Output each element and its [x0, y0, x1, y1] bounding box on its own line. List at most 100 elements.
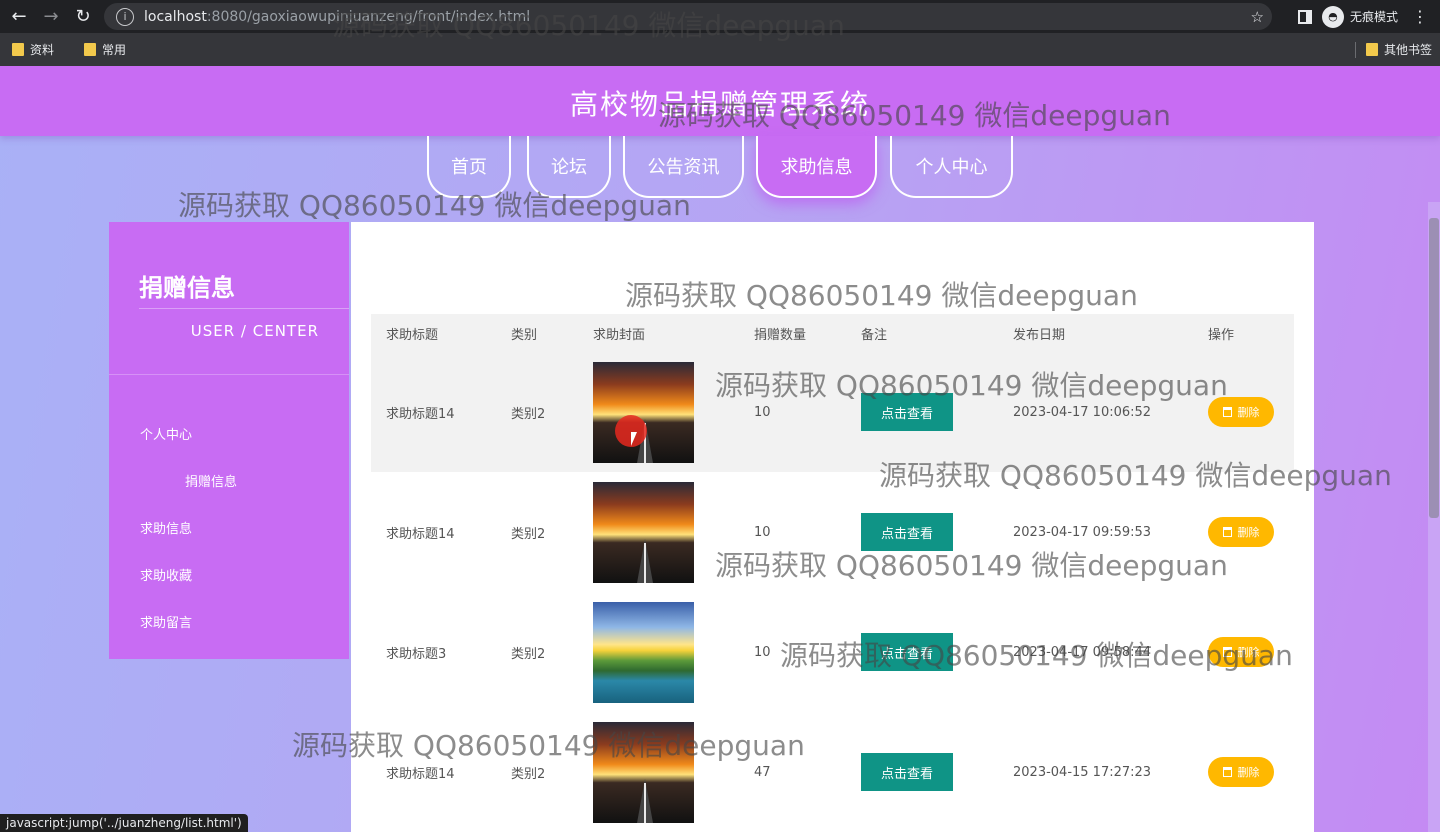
bookmarks-divider [1355, 41, 1356, 58]
col-header-actions: 操作 [1208, 327, 1235, 343]
delete-label: 删除 [1237, 767, 1260, 779]
sidebar-subtitle: USER / CENTER [190, 322, 319, 340]
nav-user-center[interactable]: 个人中心 [890, 136, 1013, 198]
row-remark: 点击查看 [861, 592, 953, 712]
nav-forum[interactable]: 论坛 [527, 136, 611, 198]
row-date: 2023-04-17 09:59:53 [1013, 524, 1152, 540]
delete-button[interactable]: 删除 [1208, 517, 1274, 547]
sidebar-menu: 个人中心 捐赠信息 求助信息 求助收藏 求助留言 [109, 410, 349, 645]
view-button[interactable]: 点击查看 [861, 393, 953, 431]
back-icon[interactable]: ← [6, 4, 32, 30]
other-bookmarks[interactable]: 其他书签 [1365, 41, 1432, 58]
row-actions: 删除 [1208, 592, 1274, 712]
nav-news[interactable]: 公告资讯 [623, 136, 744, 198]
trash-icon [1222, 527, 1232, 537]
site-header: 高校物品捐赠管理系统 [0, 66, 1440, 136]
scrollbar-thumb[interactable] [1429, 218, 1439, 518]
row-title: 求助标题14 [386, 526, 455, 542]
row-category: 类别2 [511, 766, 546, 782]
row-category: 类别2 [511, 526, 546, 542]
row-quantity: 10 [754, 404, 771, 420]
main-nav: 首页 论坛 公告资讯 求助信息 个人中心 [0, 136, 1440, 202]
row-remark: 点击查看 [861, 712, 953, 832]
folder-icon [12, 43, 24, 56]
cover-image[interactable] [593, 361, 694, 463]
delete-button[interactable]: 删除 [1208, 637, 1274, 667]
nav-help-info[interactable]: 求助信息 [756, 136, 877, 198]
col-header-quantity: 捐赠数量 [754, 327, 807, 343]
table-row[interactable]: 求助标题14 类别2 47 点击查看 2023-04-15 17:27:23 删… [371, 712, 1294, 832]
help-table: 求助标题 类别 求助封面 捐赠数量 备注 发布日期 操作 求助标题14 类别2 … [371, 314, 1294, 832]
cover-image[interactable] [593, 601, 694, 703]
trash-icon [1222, 407, 1232, 417]
bookmark-star-icon[interactable]: ☆ [1251, 8, 1264, 26]
delete-label: 删除 [1237, 407, 1260, 419]
cover-image[interactable] [593, 481, 694, 583]
trash-icon [1222, 647, 1232, 657]
sidebar-divider [139, 308, 349, 309]
sidebar-item-help-messages[interactable]: 求助留言 [109, 598, 349, 645]
col-header-date: 发布日期 [1013, 327, 1066, 343]
row-cover[interactable] [593, 592, 694, 712]
cover-image[interactable] [593, 721, 694, 823]
row-date: 2023-04-17 09:58:44 [1013, 644, 1152, 660]
bookmarks-bar: 资料 常用 其他书签 [0, 33, 1440, 66]
url-path: :8080/gaoxiaowupinjuanzeng/front/index.h… [206, 8, 531, 25]
sidebar-title: 捐赠信息 [139, 274, 235, 302]
view-button[interactable]: 点击查看 [861, 753, 953, 791]
table-row[interactable]: 求助标题14 类别2 10 点击查看 2023-04-17 09:59:53 删… [371, 472, 1294, 592]
row-remark: 点击查看 [861, 472, 953, 592]
view-button[interactable]: 点击查看 [861, 513, 953, 551]
sidebar-item-donation-info[interactable]: 捐赠信息 [109, 457, 349, 504]
folder-icon [1365, 43, 1378, 56]
sidebar-item-help-info[interactable]: 求助信息 [109, 504, 349, 551]
side-panel-icon[interactable] [1297, 9, 1312, 24]
row-actions: 删除 [1208, 712, 1274, 832]
row-quantity: 10 [754, 524, 771, 540]
other-bookmarks-label: 其他书签 [1383, 43, 1432, 57]
sidebar-item-help-favorites[interactable]: 求助收藏 [109, 551, 349, 598]
bookmark-label: 常用 [102, 43, 127, 57]
bookmark-label: 资料 [30, 43, 55, 57]
browser-toolbar: ← → ↻ i localhost:8080/gaoxiaowupinjuanz… [0, 0, 1440, 33]
main-content: 求助标题 类别 求助封面 捐赠数量 备注 发布日期 操作 求助标题14 类别2 … [351, 222, 1314, 832]
nav-home[interactable]: 首页 [427, 136, 511, 198]
row-category: 类别2 [511, 406, 546, 422]
site-title: 高校物品捐赠管理系统 [569, 88, 870, 121]
row-title: 求助标题14 [386, 406, 455, 422]
col-header-category: 类别 [511, 327, 538, 343]
incognito-icon: ◓ [1321, 5, 1344, 28]
row-cover[interactable] [593, 712, 694, 832]
view-button[interactable]: 点击查看 [861, 633, 953, 671]
sidebar-item-user-center[interactable]: 个人中心 [109, 410, 349, 457]
bookmark-folder-0[interactable]: 资料 [12, 41, 54, 58]
row-cover[interactable] [593, 352, 694, 472]
page-viewport: 高校物品捐赠管理系统 首页 论坛 公告资讯 求助信息 个人中心 捐赠信息 USE… [0, 66, 1440, 832]
delete-button[interactable]: 删除 [1208, 397, 1274, 427]
row-quantity: 47 [754, 764, 771, 780]
table-header: 求助标题 类别 求助封面 捐赠数量 备注 发布日期 操作 [371, 314, 1294, 352]
address-bar[interactable]: i localhost:8080/gaoxiaowupinjuanzeng/fr… [104, 3, 1272, 30]
delete-label: 删除 [1237, 647, 1260, 659]
folder-icon [84, 43, 97, 56]
incognito-badge[interactable]: ◓ 无痕模式 [1321, 5, 1398, 28]
trash-icon [1222, 767, 1232, 777]
table-row[interactable]: 求助标题3 类别2 10 点击查看 2023-04-17 09:58:44 删除 [371, 592, 1294, 712]
delete-button[interactable]: 删除 [1208, 757, 1274, 787]
sidebar: 捐赠信息 USER / CENTER 个人中心 捐赠信息 求助信息 求助收藏 求… [109, 222, 349, 659]
bookmark-folder-1[interactable]: 常用 [84, 41, 126, 58]
status-bar: javascript:jump('../juanzheng/list.html'… [0, 814, 248, 832]
forward-icon[interactable]: → [38, 4, 64, 30]
reload-icon[interactable]: ↻ [70, 4, 96, 30]
row-actions: 删除 [1208, 352, 1274, 472]
row-date: 2023-04-15 17:27:23 [1013, 764, 1152, 780]
row-remark: 点击查看 [861, 352, 953, 472]
mouse-cursor-icon [631, 432, 637, 446]
row-cover[interactable] [593, 472, 694, 592]
col-header-title: 求助标题 [386, 327, 439, 343]
site-info-icon[interactable]: i [116, 7, 134, 26]
row-title: 求助标题14 [386, 766, 455, 782]
table-row[interactable]: 求助标题14 类别2 10 点击查看 2023-04-17 10:06:52 删… [371, 352, 1294, 472]
menu-kebab-icon[interactable]: ⋮ [1408, 7, 1432, 26]
row-actions: 删除 [1208, 472, 1274, 592]
